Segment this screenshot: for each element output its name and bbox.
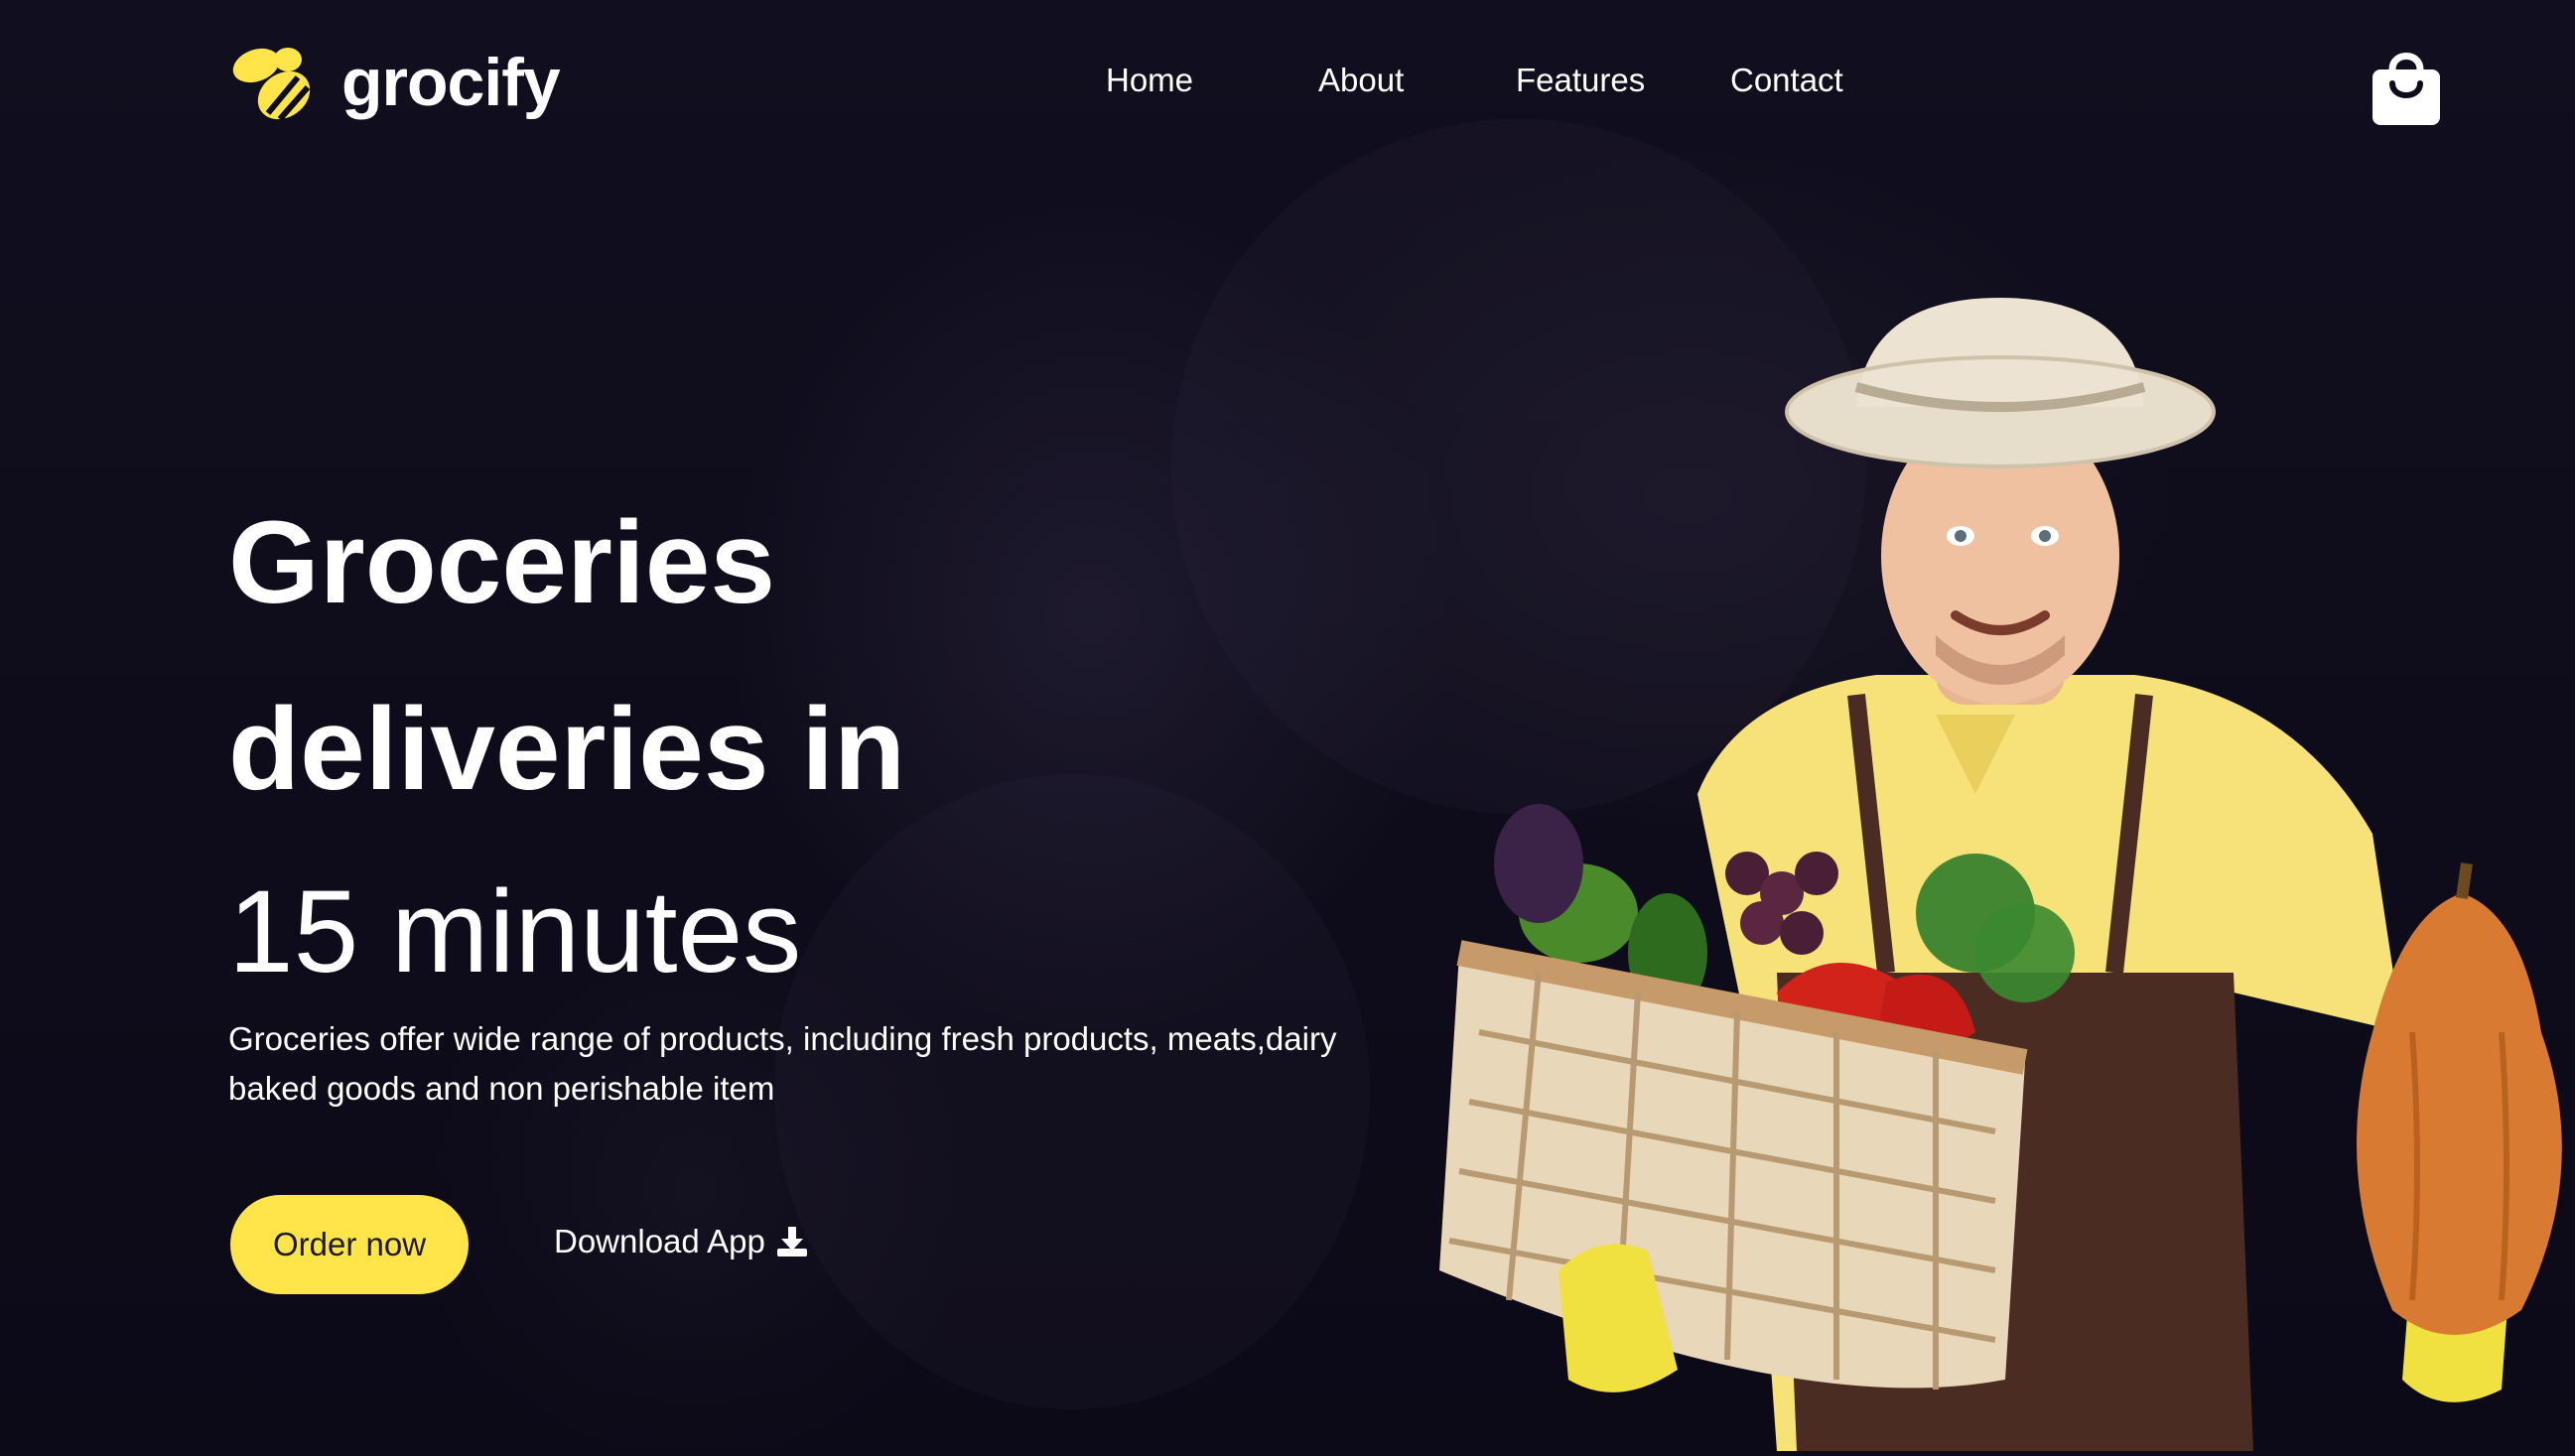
hero-title-line-1: Groceries — [228, 497, 775, 628]
order-now-button[interactable]: Order now — [230, 1195, 469, 1294]
nav-item-home[interactable]: Home — [1106, 62, 1193, 99]
brand-name: grocify — [341, 45, 561, 120]
download-icon — [776, 1227, 807, 1257]
hero-description: Groceries offer wide range of products, … — [228, 1020, 1337, 1107]
nav-item-features[interactable]: Features — [1516, 62, 1645, 99]
hero-title-line-3: 15 minutes — [228, 866, 802, 997]
shopping-bag-icon[interactable] — [2371, 44, 2442, 127]
hero-title-line-2: deliveries in — [228, 684, 906, 815]
top-navigation: grocify Home About Features Contact — [0, 0, 2575, 179]
download-app-button[interactable]: Download App — [554, 1223, 809, 1260]
farmer-with-vegetable-basket — [1420, 278, 2575, 1451]
nav-menu: Home About Features Contact — [1072, 62, 1866, 121]
bee-icon — [228, 38, 328, 127]
brand-logo[interactable]: grocify — [228, 38, 561, 127]
download-app-label: Download App — [554, 1223, 765, 1259]
nav-item-about[interactable]: About — [1318, 62, 1404, 99]
nav-item-contact[interactable]: Contact — [1730, 62, 1843, 99]
